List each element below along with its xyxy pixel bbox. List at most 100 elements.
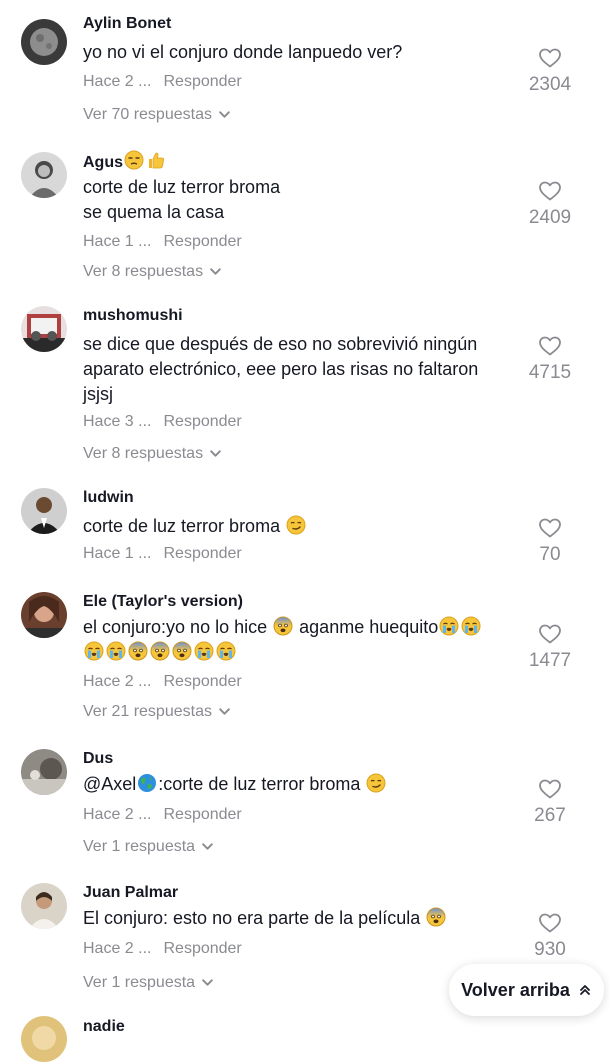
username-text: Agus [83,154,123,171]
comment-text: corte de luz terror broma se quema la ca… [83,175,523,225]
view-replies-button[interactable]: Ver 21 respuestas [83,703,231,721]
heart-icon [538,179,562,203]
view-replies-button[interactable]: Ver 70 respuestas [83,106,231,124]
comment-meta: Hace 1 ... Responder [83,233,242,251]
like-count: 2409 [528,207,572,228]
username[interactable]: Agus [83,150,167,172]
avatar[interactable] [21,306,67,352]
chevron-down-icon [201,976,214,989]
comment-text-line: jsjsj [83,384,113,404]
back-to-top-label: Volver arriba [461,979,570,1000]
view-replies-label: Ver 8 respuestas [83,263,204,280]
like-button[interactable]: 267 [515,777,585,827]
username[interactable]: Ele (Taylor's version) [83,593,243,611]
view-replies-label: Ver 21 respuestas [83,703,212,720]
chevron-down-icon [209,447,222,460]
unamused-face-icon [124,150,144,170]
username[interactable]: Dus [83,750,113,768]
avatar[interactable] [21,1016,67,1062]
crying-face-icon [439,616,459,636]
view-replies-label: Ver 70 respuestas [83,106,212,123]
avatar[interactable] [21,592,67,638]
reply-button[interactable]: Responder [163,233,241,250]
comment-text-content: el conjuro:yo no lo hice [83,617,268,637]
heart-icon [538,911,562,935]
heart-icon [538,516,562,540]
like-button[interactable]: 2304 [515,46,585,96]
back-to-top-button[interactable]: Volver arriba [449,964,604,1016]
chevron-down-icon [218,705,231,718]
comment-meta: Hace 2 ... Responder [83,940,242,958]
smirking-face-icon [286,515,306,535]
like-count: 2304 [528,74,572,95]
like-button[interactable]: 70 [515,516,585,566]
like-count: 930 [534,939,566,960]
username[interactable]: ludwin [83,489,134,507]
timestamp: Hace 2 ... [83,673,152,690]
timestamp: Hace 2 ... [83,940,152,957]
crying-face-icon [216,641,236,661]
like-button[interactable]: 2409 [515,179,585,229]
like-count: 70 [539,544,561,565]
like-button[interactable]: 930 [515,911,585,961]
chevron-down-icon [201,840,214,853]
like-count: 4715 [528,362,572,383]
avatar[interactable] [21,749,67,795]
chevron-down-icon [209,265,222,278]
heart-icon [538,46,562,70]
timestamp: Hace 1 ... [83,545,152,562]
reply-button[interactable]: Responder [163,940,241,957]
avatar[interactable] [21,488,67,534]
comment-text-content: aganme huequito [299,617,439,637]
double-chevron-up-icon [579,985,590,995]
smirking-face-icon [366,773,386,793]
heart-icon [538,777,562,801]
comment-meta: Hace 3 ... Responder [83,413,242,431]
comment-text: corte de luz terror broma [83,514,523,539]
like-button[interactable]: 1477 [515,622,585,672]
reply-button[interactable]: Responder [163,545,241,562]
reply-button[interactable]: Responder [163,673,241,690]
comment-text-content: El conjuro: esto no era parte de la pelí… [83,908,421,928]
comment-text-line [83,640,523,665]
view-replies-button[interactable]: Ver 8 respuestas [83,445,222,463]
crying-face-icon [84,641,104,661]
avatar[interactable] [21,883,67,929]
comment-meta: Hace 1 ... Responder [83,545,242,563]
crying-face-icon [461,616,481,636]
mention-link[interactable]: @Axel [83,774,136,794]
anxious-face-icon [273,616,293,636]
reply-button[interactable]: Responder [163,73,241,90]
avatar[interactable] [21,19,67,65]
crying-face-icon [194,641,214,661]
thumbs-up-icon [146,150,166,170]
username[interactable]: Juan Palmar [83,884,178,902]
anxious-face-icon [150,641,170,661]
comment-text: @Axel :corte de luz terror broma [83,772,523,797]
timestamp: Hace 1 ... [83,233,152,250]
anxious-face-icon [128,641,148,661]
like-button[interactable]: 4715 [515,334,585,384]
username[interactable]: Aylin Bonet [83,15,171,33]
chevron-down-icon [218,108,231,121]
heart-icon [538,334,562,358]
like-count: 267 [534,805,566,826]
avatar[interactable] [21,152,67,198]
view-replies-button[interactable]: Ver 8 respuestas [83,263,222,281]
username[interactable]: nadie [83,1018,125,1036]
crying-face-icon [106,641,126,661]
comment-meta: Hace 2 ... Responder [83,806,242,824]
like-count: 1477 [528,650,572,671]
comment-text-line: corte de luz terror broma [83,177,281,197]
anxious-face-icon [172,641,192,661]
comment-text-line: aparato electrónico, eee pero las risas … [83,359,479,379]
view-replies-button[interactable]: Ver 1 respuesta [83,974,214,992]
comment-text-content: :corte de luz terror broma [158,774,361,794]
view-replies-button[interactable]: Ver 1 respuesta [83,838,214,856]
anxious-face-icon [426,907,446,927]
reply-button[interactable]: Responder [163,806,241,823]
view-replies-label: Ver 8 respuestas [83,445,204,462]
username[interactable]: mushomushi [83,307,183,325]
reply-button[interactable]: Responder [163,413,241,430]
view-replies-label: Ver 1 respuesta [83,974,196,991]
